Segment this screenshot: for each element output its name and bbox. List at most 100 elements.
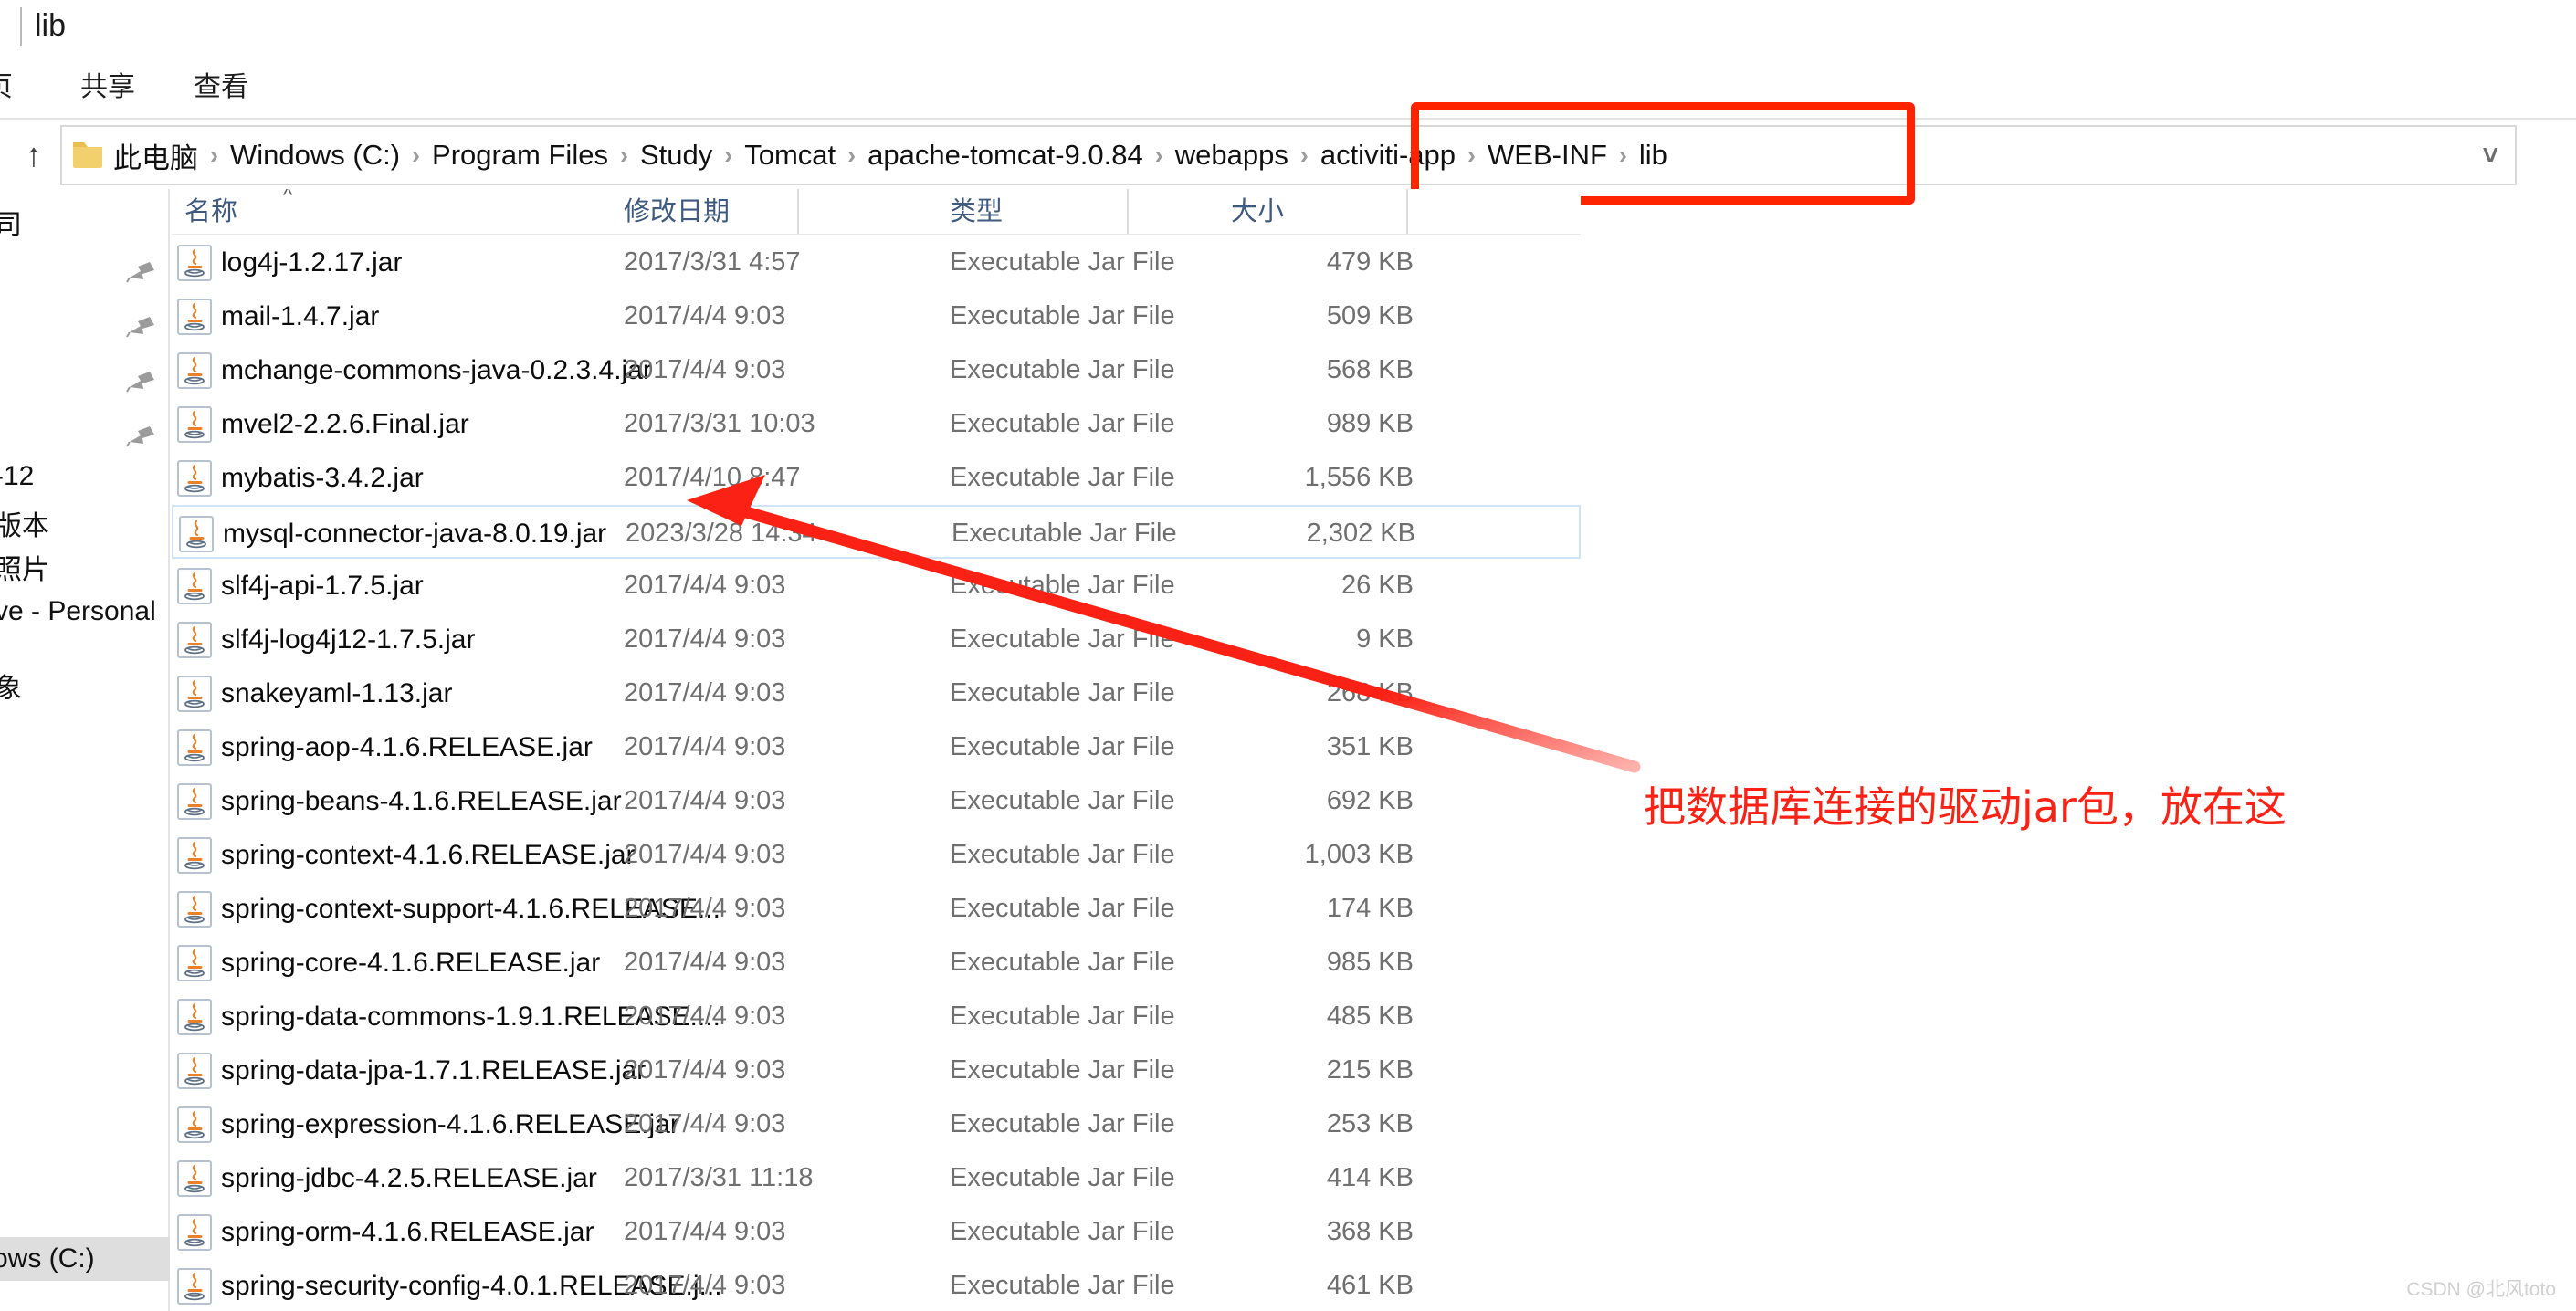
column-divider-date[interactable] <box>797 189 799 235</box>
title-bar: lib <box>0 0 2576 57</box>
tab-view[interactable]: 查看 <box>194 57 248 119</box>
breadcrumb-item-activiti-app[interactable]: activiti-app <box>1319 139 1457 172</box>
sidebar-item-windows-c[interactable]: ows (C:) <box>0 1237 95 1281</box>
file-type-cell: Executable Jar File <box>950 463 1175 492</box>
file-date-cell: 2017/4/4 9:03 <box>624 624 786 654</box>
java-jar-file-icon <box>177 1268 212 1305</box>
breadcrumb-item-apache-tomcat-9-0-84[interactable]: apache-tomcat-9.0.84 <box>866 139 1145 172</box>
file-date-cell: 2017/4/10 8:47 <box>624 463 801 492</box>
table-row[interactable]: spring-jdbc-4.2.5.RELEASE.jar 2017/3/31 1… <box>172 1151 1581 1205</box>
file-type-cell: Executable Jar File <box>950 786 1175 815</box>
file-name-cell: spring-data-jpa-1.7.1.RELEASE.jar <box>221 1055 647 1086</box>
sidebar-item-6[interactable]: 版本 <box>0 503 49 543</box>
breadcrumb-separator: › <box>1299 141 1309 169</box>
tab-home[interactable]: 页 <box>0 57 13 119</box>
file-date-cell: 2023/3/28 14:34 <box>626 519 817 548</box>
table-row[interactable]: mvel2-2.2.6.Final.jar 2017/3/31 10:03 Exec… <box>172 397 1581 451</box>
breadcrumb-item-tomcat[interactable]: Tomcat <box>742 139 837 172</box>
chevron-down-icon[interactable]: ˅ <box>2482 142 2498 171</box>
java-jar-file-icon <box>177 999 212 1035</box>
file-name-cell: slf4j-api-1.7.5.jar <box>221 571 424 601</box>
file-name-cell: spring-core-4.1.6.RELEASE.jar <box>221 948 601 978</box>
pin-icon[interactable] <box>126 425 157 452</box>
file-list-view: 名称 ^ 修改日期 类型 大小 log4j-1.2.17.jar 2017/3/31 4:… <box>172 189 1581 1311</box>
table-row[interactable]: spring-aop-4.1.6.RELEASE.jar 2017/4/4 9:0… <box>172 720 1581 774</box>
table-row[interactable]: slf4j-api-1.7.5.jar 2017/4/4 9:03 Executab… <box>172 559 1581 613</box>
file-name-cell: slf4j-log4j12-1.7.5.jar <box>221 624 476 655</box>
file-type-cell: Executable Jar File <box>950 1217 1175 1246</box>
tab-share[interactable]: 共享 <box>80 57 135 119</box>
table-row[interactable]: slf4j-log4j12-1.7.5.jar 2017/4/4 9:03 Exec… <box>172 613 1581 666</box>
breadcrumb-separator: › <box>210 141 218 169</box>
table-row[interactable]: spring-security-config-4.0.1.RELEASE.j..… <box>172 1259 1581 1311</box>
file-date-cell: 2017/4/4 9:03 <box>624 1217 786 1246</box>
table-row[interactable]: spring-data-jpa-1.7.1.RELEASE.jar 2017/4/… <box>172 1044 1581 1097</box>
pin-icon[interactable] <box>126 260 157 288</box>
sidebar-item-0[interactable]: 司 <box>0 202 22 242</box>
java-jar-file-icon <box>177 676 212 712</box>
file-date-cell: 2017/4/4 9:03 <box>624 786 786 815</box>
file-type-cell: Executable Jar File <box>950 1055 1175 1085</box>
file-size-cell: 985 KB <box>1326 948 1414 977</box>
java-jar-file-icon <box>179 516 214 552</box>
breadcrumb-item-study[interactable]: Study <box>638 139 714 172</box>
breadcrumb-item-[interactable]: 此电脑 <box>111 135 200 176</box>
column-header-date[interactable]: 修改日期 <box>624 189 730 235</box>
column-divider-size[interactable] <box>1406 189 1408 235</box>
sidebar-item-7[interactable]: 照片 <box>0 547 49 587</box>
table-row[interactable]: spring-orm-4.1.6.RELEASE.jar 2017/4/4 9:0… <box>172 1205 1581 1259</box>
table-row[interactable]: log4j-1.2.17.jar 2017/3/31 4:57 Executable… <box>172 236 1581 289</box>
java-jar-file-icon <box>177 245 212 281</box>
pin-icon[interactable] <box>126 370 157 397</box>
file-date-cell: 2017/4/4 9:03 <box>624 355 786 384</box>
table-row[interactable]: spring-data-commons-1.9.1.RELEASE.... 201… <box>172 990 1581 1044</box>
column-header-size[interactable]: 大小 <box>1231 189 1284 235</box>
table-row[interactable]: spring-context-support-4.1.6.RELEASE... 2… <box>172 882 1581 936</box>
watermark: CSDN @北风toto <box>2406 1279 2556 1300</box>
breadcrumb-item-program-files[interactable]: Program Files <box>430 139 610 172</box>
java-jar-file-icon <box>177 1106 212 1143</box>
table-row[interactable]: spring-beans-4.1.6.RELEASE.jar 2017/4/4 9… <box>172 774 1581 828</box>
file-date-cell: 2017/4/4 9:03 <box>624 301 786 330</box>
breadcrumb-item-windows-c[interactable]: Windows (C:) <box>228 139 402 172</box>
column-header-name[interactable]: 名称 <box>184 189 237 235</box>
file-size-cell: 215 KB <box>1326 1055 1414 1085</box>
table-row[interactable]: mail-1.4.7.jar 2017/4/4 9:03 Executable Ja… <box>172 289 1581 343</box>
java-jar-file-icon <box>177 352 212 389</box>
address-bar[interactable]: 此电脑 › Windows (C:) › Program Files › Study › Tom… <box>60 125 2517 185</box>
java-jar-file-icon <box>177 299 212 335</box>
ribbon-divider <box>0 118 2576 120</box>
java-jar-file-icon <box>177 406 212 443</box>
file-name-cell: mvel2-2.2.6.Final.jar <box>221 409 469 439</box>
table-row[interactable]: snakeyaml-1.13.jar 2017/4/4 9:03 Executabl… <box>172 666 1581 720</box>
file-date-cell: 2017/4/4 9:03 <box>624 678 786 708</box>
table-row[interactable]: mybatis-3.4.2.jar 2017/4/10 8:47 Executabl… <box>172 451 1581 505</box>
table-row[interactable]: spring-context-4.1.6.RELEASE.jar 2017/4/4… <box>172 828 1581 882</box>
file-name-cell: spring-jdbc-4.2.5.RELEASE.jar <box>221 1163 597 1193</box>
breadcrumb-item-webapps[interactable]: webapps <box>1173 139 1290 172</box>
breadcrumb-separator: › <box>412 141 421 169</box>
table-row[interactable]: spring-expression-4.1.6.RELEASE.jar 2017/… <box>172 1097 1581 1151</box>
table-row[interactable]: spring-core-4.1.6.RELEASE.jar 2017/4/4 9:… <box>172 936 1581 990</box>
column-divider-type[interactable] <box>1127 189 1129 235</box>
sidebar-item-8[interactable]: ve - Personal <box>0 596 156 627</box>
file-date-cell: 2017/4/4 9:03 <box>624 1055 786 1085</box>
column-header-type[interactable]: 类型 <box>950 189 1003 235</box>
file-type-cell: Executable Jar File <box>950 301 1175 330</box>
java-jar-file-icon <box>177 622 212 658</box>
java-jar-file-icon <box>177 1214 212 1251</box>
breadcrumb-item-lib[interactable]: lib <box>1637 139 1669 172</box>
file-type-cell: Executable Jar File <box>950 948 1175 977</box>
java-jar-file-icon <box>177 1214 212 1251</box>
table-row[interactable]: mchange-commons-java-0.2.3.4.jar 2017/4/4… <box>172 343 1581 397</box>
sidebar-item-9[interactable]: 象 <box>0 666 22 706</box>
file-size-cell: 368 KB <box>1326 1217 1414 1246</box>
java-jar-file-icon <box>177 1053 212 1089</box>
sidebar-item-5[interactable]: -12 <box>0 461 34 492</box>
pin-icon[interactable] <box>126 315 157 342</box>
file-date-cell: 2017/3/31 4:57 <box>624 247 801 277</box>
up-arrow-icon[interactable]: ↑ <box>13 134 55 176</box>
breadcrumb-item-web-inf[interactable]: WEB-INF <box>1486 139 1609 172</box>
breadcrumb-separator: › <box>1467 141 1477 169</box>
table-row[interactable]: mysql-connector-java-8.0.19.jar 2023/3/28… <box>172 505 1581 559</box>
